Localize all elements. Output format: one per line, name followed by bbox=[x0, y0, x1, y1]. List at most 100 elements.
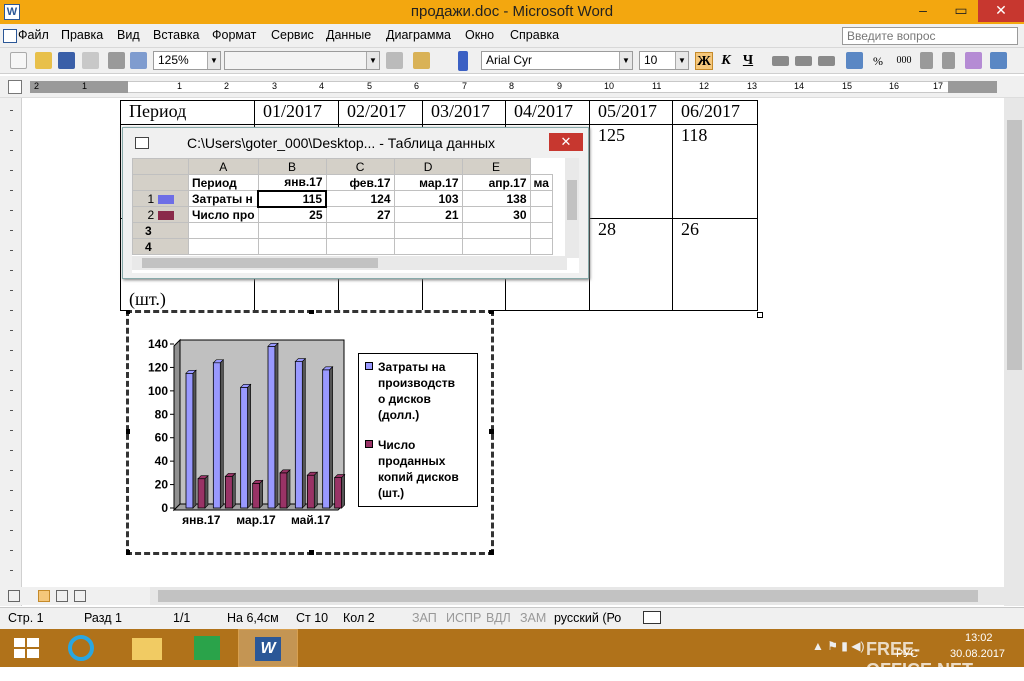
help-search-input[interactable]: Введите вопрос bbox=[842, 27, 1018, 45]
store-taskbar-button[interactable] bbox=[180, 629, 236, 667]
italic-button[interactable]: К bbox=[717, 52, 735, 70]
row-header[interactable]: 1 bbox=[132, 190, 189, 207]
menu-chart[interactable]: Диаграмма bbox=[386, 28, 451, 42]
status-rec[interactable]: ЗАП bbox=[412, 611, 437, 625]
status-language[interactable]: русский (Ро bbox=[554, 611, 621, 625]
datasheet-cell[interactable]: 30 bbox=[461, 206, 531, 223]
datasheet-cell[interactable] bbox=[529, 222, 553, 239]
horizontal-scrollbar[interactable] bbox=[150, 587, 1004, 605]
reading-view-icon[interactable] bbox=[74, 590, 86, 602]
datasheet-cell[interactable]: 21 bbox=[393, 206, 463, 223]
datasheet-cell[interactable] bbox=[325, 222, 395, 239]
zoom-combo[interactable]: 125% ▼ bbox=[153, 51, 221, 70]
decrease-decimal-icon[interactable] bbox=[942, 52, 955, 69]
menu-insert[interactable]: Вставка bbox=[153, 28, 199, 42]
table-cell[interactable]: 118 bbox=[672, 124, 758, 219]
align-left-icon[interactable] bbox=[772, 56, 789, 66]
scroll-thumb[interactable] bbox=[1007, 120, 1022, 370]
datasheet-cell[interactable]: ма bbox=[529, 174, 553, 191]
menu-data[interactable]: Данные bbox=[326, 28, 371, 42]
tab-selector-icon[interactable] bbox=[8, 80, 22, 94]
row-header[interactable]: 3 bbox=[132, 222, 189, 239]
chevron-down-icon[interactable]: ▼ bbox=[675, 52, 688, 69]
menu-window[interactable]: Окно bbox=[465, 28, 494, 42]
close-button[interactable]: ✕ bbox=[978, 0, 1024, 22]
table-cell[interactable]: 02/2017 bbox=[338, 100, 423, 125]
thousands-icon[interactable]: 000 bbox=[892, 52, 916, 70]
normal-view-icon[interactable] bbox=[8, 590, 20, 602]
percent-icon[interactable]: % bbox=[869, 52, 887, 70]
datasheet-cell[interactable]: апр.17 bbox=[461, 174, 531, 191]
table-cell[interactable]: 28 bbox=[589, 218, 673, 311]
datasheet-cell[interactable] bbox=[529, 238, 553, 255]
spelling-check-icon[interactable] bbox=[643, 611, 661, 624]
vertical-ruler[interactable] bbox=[0, 98, 22, 606]
scroll-thumb[interactable] bbox=[158, 590, 978, 602]
open-folder-icon[interactable] bbox=[35, 52, 52, 69]
chevron-down-icon[interactable]: ▼ bbox=[619, 52, 632, 69]
start-button[interactable] bbox=[0, 629, 56, 667]
bold-button[interactable]: Ж bbox=[695, 52, 713, 70]
datasheet-cell[interactable]: Период bbox=[188, 174, 259, 191]
row-header[interactable] bbox=[132, 174, 189, 191]
new-document-icon[interactable] bbox=[10, 52, 27, 69]
format-object-icon[interactable] bbox=[386, 52, 403, 69]
ie-taskbar-button[interactable] bbox=[56, 629, 112, 667]
align-right-icon[interactable] bbox=[818, 56, 835, 66]
datasheet-cell[interactable]: 27 bbox=[325, 206, 395, 223]
chart-object-combo[interactable]: ▼ bbox=[224, 51, 380, 70]
table-cell[interactable]: 05/2017 bbox=[589, 100, 673, 125]
align-center-icon[interactable] bbox=[795, 56, 812, 66]
row-header[interactable]: 2 bbox=[132, 206, 189, 223]
datasheet-cell[interactable] bbox=[529, 206, 553, 223]
datasheet-cell[interactable] bbox=[393, 222, 463, 239]
datasheet-hscroll[interactable] bbox=[132, 256, 567, 270]
datasheet-cell[interactable]: Число про bbox=[188, 206, 259, 223]
clock-time[interactable]: 13:02 bbox=[965, 632, 993, 644]
corner-cell[interactable] bbox=[132, 158, 189, 175]
column-header[interactable]: E bbox=[461, 158, 531, 175]
increase-decimal-icon[interactable] bbox=[920, 52, 933, 69]
currency-icon[interactable] bbox=[846, 52, 863, 69]
datasheet-titlebar[interactable]: C:\Users\goter_000\Desktop... - Таблица … bbox=[123, 128, 588, 158]
datasheet-cell[interactable] bbox=[393, 238, 463, 255]
datasheet-cell[interactable]: 103 bbox=[393, 190, 463, 207]
status-ext[interactable]: ВДЛ bbox=[486, 611, 511, 625]
row-header[interactable]: 4 bbox=[132, 238, 189, 255]
menu-file[interactable]: Файл bbox=[18, 28, 49, 42]
print-icon[interactable] bbox=[108, 52, 125, 69]
scroll-thumb[interactable] bbox=[142, 258, 378, 268]
datasheet-cell-selected[interactable]: 115 bbox=[257, 189, 328, 208]
document-icon[interactable] bbox=[3, 29, 17, 43]
chart-legend[interactable]: Затраты на производств о дисков (долл.) … bbox=[358, 353, 478, 507]
datasheet-cell[interactable]: 138 bbox=[461, 190, 531, 207]
datasheet-cell[interactable] bbox=[461, 222, 531, 239]
toolbar-options-icon[interactable] bbox=[458, 51, 468, 71]
menu-edit[interactable]: Правка bbox=[61, 28, 103, 42]
datasheet-cell[interactable]: мар.17 bbox=[393, 174, 463, 191]
word-taskbar-button[interactable]: W bbox=[238, 629, 298, 667]
menu-help[interactable]: Справка bbox=[510, 28, 559, 42]
table-cell[interactable]: 26 bbox=[672, 218, 758, 311]
print-preview-icon[interactable] bbox=[130, 52, 147, 69]
datasheet-cell[interactable]: 124 bbox=[325, 190, 395, 207]
menu-view[interactable]: Вид bbox=[117, 28, 140, 42]
chevron-down-icon[interactable]: ▼ bbox=[207, 52, 220, 69]
table-cell[interactable]: 06/2017 bbox=[672, 100, 758, 125]
table-resize-handle[interactable] bbox=[757, 312, 763, 318]
angle-text-icon[interactable] bbox=[965, 52, 982, 69]
underline-button[interactable]: Ч bbox=[739, 52, 757, 70]
menu-format[interactable]: Формат bbox=[212, 28, 256, 42]
input-language[interactable]: РУС bbox=[896, 648, 918, 660]
datasheet-cell[interactable]: фев.17 bbox=[325, 174, 395, 191]
datasheet-cell[interactable] bbox=[188, 222, 259, 239]
chevron-down-icon[interactable]: ▼ bbox=[366, 52, 379, 69]
datasheet-cell[interactable] bbox=[188, 238, 259, 255]
column-header[interactable]: C bbox=[325, 158, 395, 175]
datasheet-cell[interactable] bbox=[529, 190, 553, 207]
save-icon[interactable] bbox=[58, 52, 75, 69]
explorer-taskbar-button[interactable] bbox=[120, 629, 176, 667]
table-cell[interactable]: 03/2017 bbox=[422, 100, 506, 125]
datasheet-cell[interactable] bbox=[325, 238, 395, 255]
column-header[interactable]: B bbox=[257, 158, 327, 175]
